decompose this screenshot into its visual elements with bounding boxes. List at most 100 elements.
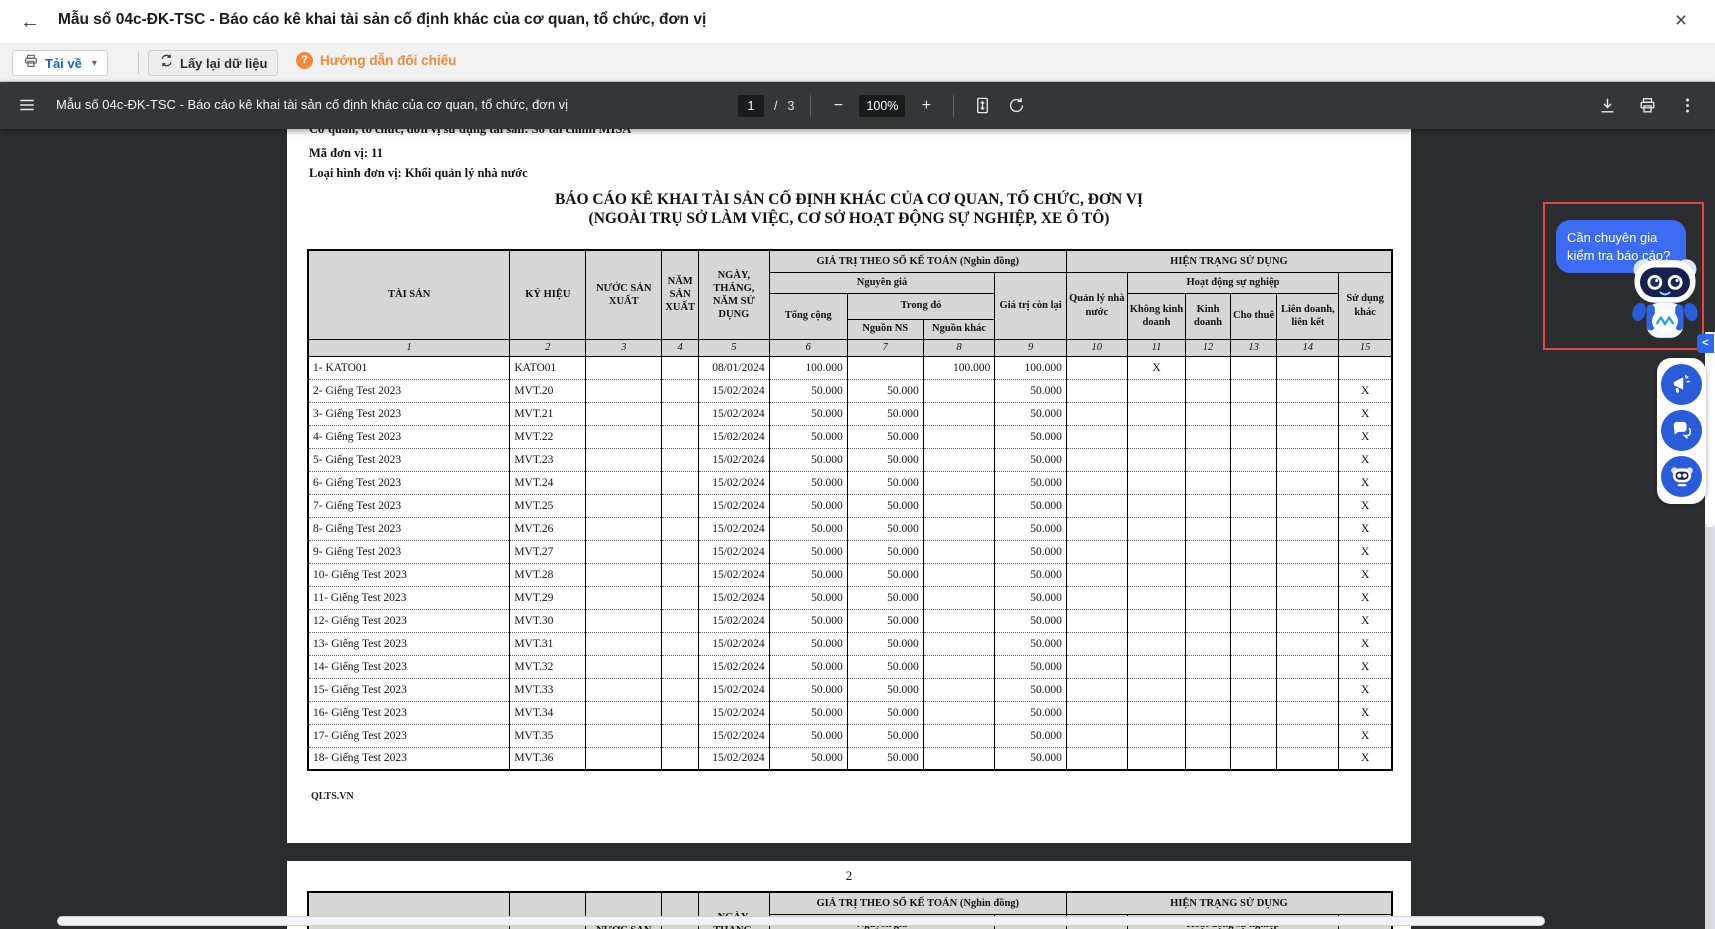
table-cell: MVT.29 xyxy=(510,586,586,609)
table-cell: MVT.23 xyxy=(510,448,586,471)
table-cell: 9- Giếng Test 2023 xyxy=(308,540,510,563)
table-cell xyxy=(662,678,699,701)
menu-icon[interactable] xyxy=(18,96,36,114)
robot-face-icon xyxy=(1669,464,1695,490)
table-cell xyxy=(1127,448,1186,471)
table-cell xyxy=(1127,655,1186,678)
table-cell xyxy=(1066,402,1127,425)
header-other-source: Nguồn khác xyxy=(923,319,995,339)
zoom-in-button[interactable]: + xyxy=(915,95,937,117)
group-header-book-value: GIÁ TRỊ THEO SỔ KẾ TOÁN (Nghìn đồng) xyxy=(769,892,1066,914)
table-cell: 15/02/2024 xyxy=(699,563,770,586)
column-number: 7 xyxy=(847,339,923,356)
table-row: 15- Giếng Test 2023MVT.3315/02/202450.00… xyxy=(308,678,1392,701)
table-cell xyxy=(1127,517,1186,540)
table-cell: 50.000 xyxy=(995,586,1067,609)
table-cell xyxy=(1127,747,1186,770)
table-cell xyxy=(662,701,699,724)
table-cell xyxy=(1066,425,1127,448)
chat-collapse-button[interactable]: < xyxy=(1697,334,1714,353)
table-row: 1- KATO01KATO0108/01/2024100.000100.0001… xyxy=(308,356,1392,379)
chatbot-mascot[interactable] xyxy=(1628,252,1702,346)
column-number-row: 123456789101112131415 xyxy=(308,339,1392,356)
table-cell xyxy=(1186,425,1230,448)
fit-page-icon[interactable] xyxy=(970,94,994,118)
download-button[interactable]: Tải về ▾ xyxy=(12,50,108,76)
table-cell xyxy=(586,425,662,448)
table-cell: 17- Giếng Test 2023 xyxy=(308,724,510,747)
table-cell: 15/02/2024 xyxy=(699,425,770,448)
table-cell xyxy=(923,540,995,563)
print-icon[interactable] xyxy=(1635,94,1659,118)
chevron-down-icon[interactable]: ▾ xyxy=(92,58,97,69)
column-number: 2 xyxy=(510,339,586,356)
table-row: 2- Giếng Test 2023MVT.2015/02/202450.000… xyxy=(308,379,1392,402)
table-cell: 13- Giếng Test 2023 xyxy=(308,632,510,655)
zoom-out-button[interactable]: − xyxy=(827,95,849,117)
announcement-button[interactable] xyxy=(1661,364,1702,405)
table-cell: 15/02/2024 xyxy=(699,402,770,425)
table-cell: 12- Giếng Test 2023 xyxy=(308,609,510,632)
column-number: 9 xyxy=(995,339,1067,356)
table-cell: 50.000 xyxy=(847,747,923,770)
table-cell: 50.000 xyxy=(847,494,923,517)
table-cell xyxy=(1186,379,1230,402)
table-cell xyxy=(923,448,995,471)
reload-label: Lấy lại dữ liệu xyxy=(180,56,267,71)
table-cell: X xyxy=(1339,586,1392,609)
table-cell: 50.000 xyxy=(847,448,923,471)
table-cell: 1- KATO01 xyxy=(308,356,510,379)
table-cell: 15/02/2024 xyxy=(699,494,770,517)
horizontal-scrollbar[interactable] xyxy=(57,916,1545,926)
table-cell xyxy=(1230,471,1277,494)
table-cell: MVT.32 xyxy=(510,655,586,678)
chatbot-button[interactable] xyxy=(1661,456,1702,497)
table-cell xyxy=(1186,540,1230,563)
column-number: 13 xyxy=(1230,339,1277,356)
chat-support-button[interactable] xyxy=(1661,410,1702,451)
table-cell: 4- Giếng Test 2023 xyxy=(308,425,510,448)
guide-link[interactable]: ? Hướng dẫn đối chiếu xyxy=(296,52,456,69)
robot-icon xyxy=(1628,252,1702,346)
table-cell xyxy=(1066,448,1127,471)
vertical-scrollbar[interactable] xyxy=(1705,332,1715,929)
reload-data-button[interactable]: Lấy lại dữ liệu xyxy=(148,50,278,76)
table-cell: X xyxy=(1339,540,1392,563)
table-cell xyxy=(662,517,699,540)
column-number: 4 xyxy=(662,339,699,356)
column-number: 12 xyxy=(1186,339,1230,356)
table-cell: 50.000 xyxy=(769,563,847,586)
back-button[interactable]: ← xyxy=(16,9,44,37)
col-header-symbol: KÝ HIỆU xyxy=(510,250,586,339)
table-cell xyxy=(1230,632,1277,655)
table-row: 16- Giếng Test 2023MVT.3415/02/202450.00… xyxy=(308,701,1392,724)
table-cell: 50.000 xyxy=(847,655,923,678)
column-number: 8 xyxy=(923,339,995,356)
table-cell: X xyxy=(1339,632,1392,655)
table-cell xyxy=(1066,701,1127,724)
col-header-date: NGÀY, THÁNG, NĂM SỬ DỤNG xyxy=(699,250,770,339)
more-options-icon[interactable] xyxy=(1675,94,1699,118)
close-button[interactable]: × xyxy=(1667,8,1695,36)
rotate-icon[interactable] xyxy=(1004,94,1028,118)
table-cell: 50.000 xyxy=(769,701,847,724)
table-cell: X xyxy=(1339,425,1392,448)
toolbar-divider xyxy=(810,95,811,117)
group-header-usage: HIỆN TRẠNG SỬ DỤNG xyxy=(1066,250,1392,272)
table-cell xyxy=(586,701,662,724)
page-number-input[interactable] xyxy=(738,95,764,117)
table-cell: 50.000 xyxy=(769,747,847,770)
table-cell xyxy=(923,655,995,678)
download-icon[interactable] xyxy=(1595,94,1619,118)
table-cell: MVT.35 xyxy=(510,724,586,747)
unit-type-line: Loại hình đơn vị: Khối quản lý nhà nước xyxy=(309,166,528,181)
table-cell xyxy=(1339,356,1392,379)
unit-code-line: Mã đơn vị: 11 xyxy=(309,146,383,161)
table-cell xyxy=(1230,701,1277,724)
asset-table-head: TÀI SẢN KÝ HIỆU NƯỚC SẢN XUẤT NĂM SẢN XU… xyxy=(308,250,1392,356)
table-cell: 15- Giếng Test 2023 xyxy=(308,678,510,701)
table-cell: 50.000 xyxy=(769,425,847,448)
table-cell xyxy=(586,379,662,402)
vertical-scrollbar-thumb[interactable] xyxy=(1705,332,1715,527)
table-row: 17- Giếng Test 2023MVT.3515/02/202450.00… xyxy=(308,724,1392,747)
